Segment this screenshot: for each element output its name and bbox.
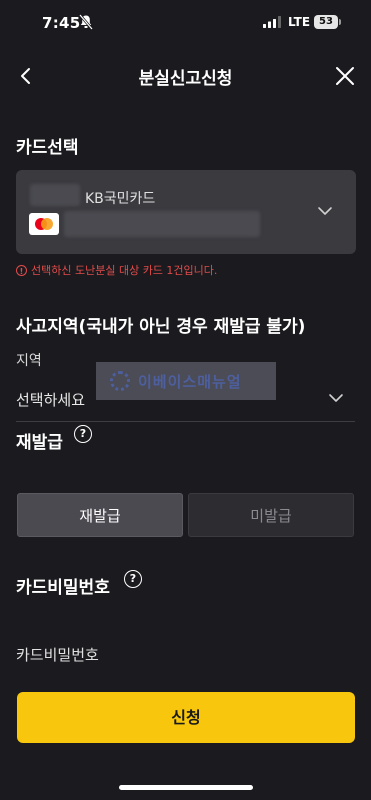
redacted-card-prefix: [30, 184, 80, 206]
network-type: LTE: [288, 15, 311, 29]
reissue-option-no[interactable]: 미발급: [188, 493, 354, 537]
reissue-title: 재발급: [16, 433, 63, 453]
region-label: 지역: [16, 353, 42, 369]
warning-icon: !: [16, 264, 27, 276]
card-name: KB국민카드: [85, 191, 156, 207]
battery-tip: [339, 19, 341, 25]
password-input[interactable]: 카드비밀번호: [16, 644, 99, 665]
help-icon[interactable]: ?: [74, 425, 92, 443]
region-select[interactable]: 선택하세요: [16, 389, 85, 410]
bell-off-icon: [79, 14, 93, 30]
card-warning-text: 선택하신 도난분실 대상 카드 1건입니다.: [31, 264, 218, 277]
card-warning: ! 선택하신 도난분실 대상 카드 1건입니다.: [16, 262, 217, 278]
help-icon[interactable]: ?: [124, 570, 142, 588]
submit-button[interactable]: 신청: [17, 692, 355, 743]
region-divider: [16, 421, 355, 422]
close-icon[interactable]: [335, 66, 355, 86]
region-title: 사고지역(국내가 아닌 경우 재발급 불가): [16, 317, 306, 337]
battery-indicator: 53: [314, 15, 338, 29]
signal-icon: [263, 16, 281, 28]
password-title: 카드비밀번호: [16, 578, 110, 598]
mastercard-logo: [29, 213, 59, 235]
watermark: 이베이스매뉴얼: [96, 362, 276, 400]
home-indicator: [119, 785, 253, 790]
redacted-card-number: [64, 211, 260, 237]
page-title: 분실신고신청: [138, 69, 233, 89]
card-select-title: 카드선택: [16, 138, 79, 158]
reissue-option-yes[interactable]: 재발급: [17, 493, 183, 537]
status-time: 7:45: [42, 14, 81, 32]
chevron-down-icon: [318, 207, 332, 215]
watermark-logo-icon: [110, 371, 130, 391]
chevron-down-icon[interactable]: [328, 393, 344, 403]
watermark-text: 이베이스매뉴얼: [138, 372, 242, 391]
